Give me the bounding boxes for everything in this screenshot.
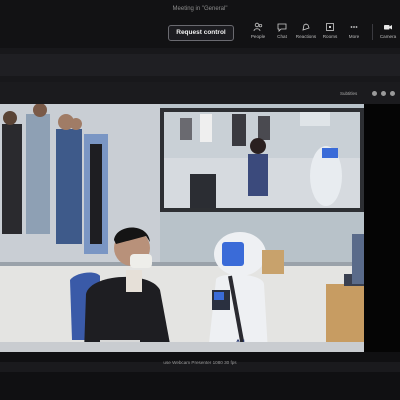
- participant-strip: [0, 48, 400, 82]
- rooms-label: Rooms: [322, 34, 338, 39]
- toolbar-divider: [372, 24, 373, 40]
- reactions-label: Reactions: [295, 34, 317, 39]
- chat-button[interactable]: Chat: [270, 22, 294, 44]
- people-button[interactable]: People: [246, 22, 270, 44]
- view-option-dot[interactable]: [381, 91, 386, 96]
- more-label: More: [348, 34, 360, 39]
- view-option-dot[interactable]: [372, 91, 377, 96]
- reactions-button[interactable]: Reactions: [294, 22, 318, 44]
- meeting-title: Meeting in "General": [172, 6, 228, 12]
- reactions-icon: [302, 23, 310, 31]
- video-header: Subtitles: [0, 82, 400, 104]
- video-side-margin: [364, 104, 400, 352]
- camera-icon: [384, 25, 392, 30]
- top-bar: Meeting in "General" Request control Peo…: [0, 0, 400, 48]
- request-control-button[interactable]: Request control: [168, 25, 234, 41]
- rooms-button[interactable]: Rooms: [318, 22, 342, 44]
- subtitles-toggle[interactable]: Subtitles: [340, 91, 357, 96]
- chat-label: Chat: [277, 34, 287, 39]
- camera-button[interactable]: Camera: [376, 22, 400, 44]
- people-label: People: [250, 34, 266, 39]
- view-option-dot[interactable]: [390, 91, 395, 96]
- camera-label: Camera: [379, 34, 397, 39]
- shared-video-feed: AI: [0, 104, 364, 352]
- video-frame: AI: [0, 104, 364, 352]
- rooms-icon: [326, 23, 334, 31]
- people-icon: [253, 22, 263, 32]
- more-button[interactable]: More: [342, 22, 366, 44]
- chat-icon: [277, 23, 287, 32]
- more-icon: [350, 26, 358, 28]
- bottom-bar: use Webcam Presenter 1080 30 fps: [0, 352, 400, 400]
- stream-info-caption: use Webcam Presenter 1080 30 fps: [163, 360, 237, 365]
- strip-panel: [0, 54, 400, 76]
